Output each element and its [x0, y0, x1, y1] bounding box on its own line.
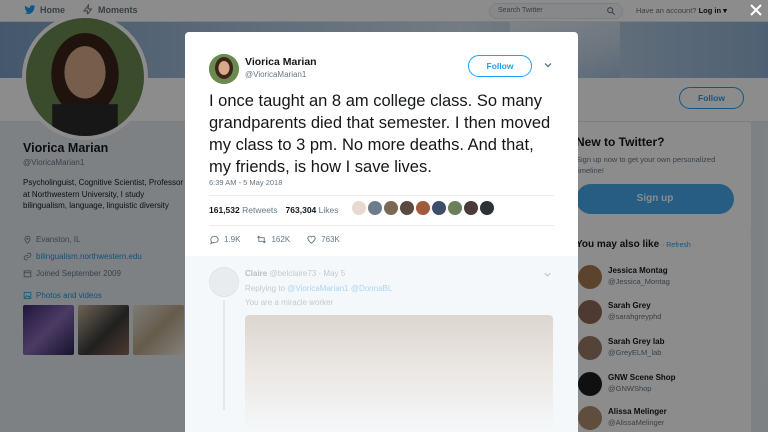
tweet-follow-button[interactable]: Follow	[468, 55, 532, 77]
reply-media[interactable]	[245, 315, 553, 432]
replying-to-users[interactable]: @VioricaMarian1 @DonnaBL	[287, 284, 392, 293]
avatar[interactable]	[352, 201, 366, 215]
tweet-author-name[interactable]: Viorica Marian	[245, 56, 317, 68]
tweet-timestamp[interactable]: 6:39 AM - 5 May 2018	[209, 178, 282, 187]
reply-text: You are a miracle worker	[245, 298, 334, 307]
reply-thread-line	[223, 300, 225, 410]
avatar[interactable]	[480, 201, 494, 215]
chevron-down-icon[interactable]	[543, 60, 553, 70]
retweet-count: 162K	[271, 235, 291, 244]
tweet-author-handle[interactable]: @VioricaMarian1	[245, 70, 306, 79]
heart-icon	[307, 235, 316, 244]
chevron-down-icon[interactable]	[543, 270, 552, 279]
divider	[209, 225, 554, 226]
tweet-text: I once taught an 8 am college class. So …	[209, 92, 551, 176]
avatar[interactable]	[416, 201, 430, 215]
avatar[interactable]	[448, 201, 462, 215]
likes-count: 763,304	[285, 205, 317, 215]
avatar[interactable]	[384, 201, 398, 215]
retweets-stat[interactable]: 161,532 Retweets	[209, 205, 278, 215]
reply-header: Claire @belclaire73 · May 5	[245, 269, 345, 278]
avatar[interactable]	[400, 201, 414, 215]
reply-count: 1.9K	[224, 235, 241, 244]
retweets-label: Retweets	[242, 205, 278, 215]
divider	[209, 195, 554, 196]
avatar[interactable]	[464, 201, 478, 215]
tweet-stats: 161,532 Retweets 763,304 Likes	[209, 205, 339, 215]
retweet-button[interactable]: 162K	[256, 234, 290, 245]
close-icon[interactable]	[748, 2, 764, 18]
like-count: 763K	[321, 235, 340, 244]
reply-button[interactable]: 1.9K	[209, 234, 240, 245]
reply-avatar[interactable]	[209, 267, 239, 297]
replying-to: Replying to @VioricaMarian1 @DonnaBL	[245, 284, 392, 293]
liker-avatars	[352, 201, 494, 215]
retweets-count: 161,532	[209, 205, 240, 215]
likes-stat[interactable]: 763,304 Likes	[286, 205, 339, 215]
reply-author-handle[interactable]: @belclaire73	[269, 269, 316, 278]
tweet-actions: 1.9K 162K 763K	[209, 234, 340, 245]
likes-label: Likes	[318, 205, 339, 215]
retweet-icon	[257, 235, 267, 244]
reply-date[interactable]: · May 5	[319, 269, 346, 278]
like-button[interactable]: 763K	[306, 234, 340, 245]
replying-to-label: Replying to	[245, 284, 286, 293]
tweet-author-avatar[interactable]	[209, 54, 239, 84]
reply-icon	[209, 235, 219, 245]
avatar[interactable]	[432, 201, 446, 215]
reply-author-name[interactable]: Claire	[245, 269, 267, 278]
avatar[interactable]	[368, 201, 382, 215]
